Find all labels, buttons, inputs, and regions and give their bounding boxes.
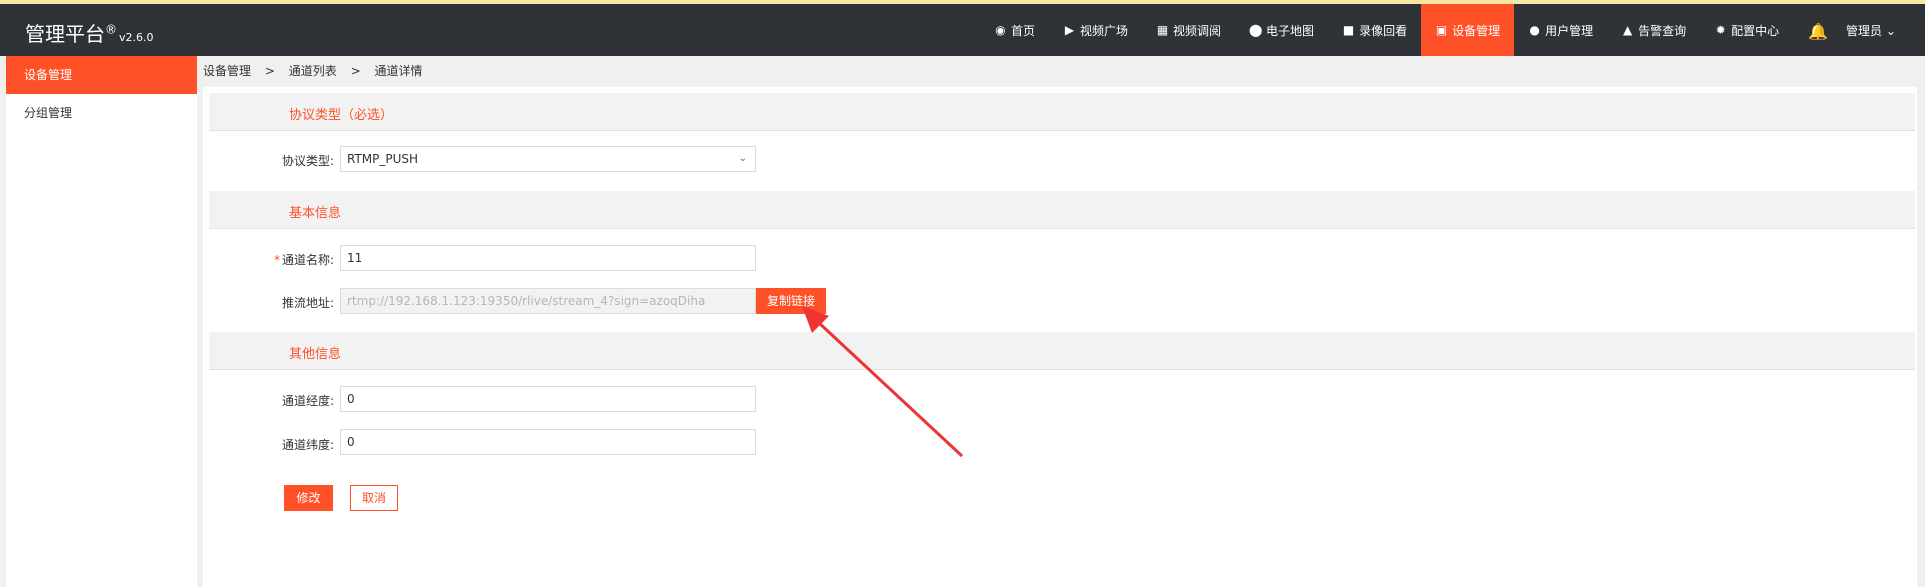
section-title: 基本信息 <box>289 206 342 221</box>
bell-icon[interactable]: 🔔 <box>1808 22 1828 41</box>
longitude-label: 通道经度: <box>281 394 334 408</box>
app-brand: 管理平台®v2.6.0 <box>25 18 154 47</box>
map-pin-icon: ⬤ <box>1249 23 1263 37</box>
protocol-type-label: 协议类型: <box>281 154 334 168</box>
video-camera-icon: ■ <box>1342 23 1355 37</box>
channel-name-label: * 通道名称: <box>209 251 334 268</box>
section-title: 其他信息 <box>289 347 342 362</box>
nav-item-gear[interactable]: ✹ 配置中心 <box>1700 4 1793 56</box>
protocol-type-value: RTMP_PUSH <box>347 152 419 166</box>
section-other-info: 其他信息 <box>209 332 1915 370</box>
channel-name-label-text: 通道名称: <box>281 253 334 267</box>
top-navigation-bar: 管理平台®v2.6.0 ◉ 首页 ▶ 视频广场 ▦ 视频调阅 ⬤ 电子地图 ■ 录像回看 ▣ 设备管理… <box>0 4 1925 56</box>
dashboard-icon: ◉ <box>995 23 1006 37</box>
section-basic-info: 基本信息 <box>209 191 1915 229</box>
nav-item-label: 首页 <box>1011 23 1036 38</box>
nav-item-video-camera[interactable]: ■ 录像回看 <box>1328 4 1421 56</box>
longitude-input[interactable]: 0 <box>340 386 756 412</box>
main-content: 协议类型（必选） 协议类型: RTMP_PUSH ⌄ 基本信息 * 通道名称: 1… <box>203 87 1917 587</box>
nav-item-label: 设备管理 <box>1452 23 1501 38</box>
nav-item-label: 配置中心 <box>1731 23 1780 38</box>
latitude-input[interactable]: 0 <box>340 429 756 455</box>
user-icon: ● <box>1529 23 1540 37</box>
app-version: v2.6.0 <box>119 31 154 44</box>
breadcrumb-current: 通道详情 <box>374 64 423 78</box>
breadcrumb: 设备管理 > 通道列表 > 通道详情 <box>203 56 1917 87</box>
protocol-type-select[interactable]: RTMP_PUSH ⌄ <box>340 146 756 172</box>
push-url-input: rtmp://192.168.1.123:19350/rlive/stream_… <box>340 288 756 314</box>
section-title: 协议类型（必选） <box>289 108 394 123</box>
play-icon: ▶ <box>1064 23 1075 37</box>
device-icon: ▣ <box>1435 23 1448 37</box>
nav-item-dashboard[interactable]: ◉ 首页 <box>980 4 1049 56</box>
nav-item-map-pin[interactable]: ⬤ 电子地图 <box>1235 4 1328 56</box>
chevron-down-icon: ⌄ <box>738 153 747 164</box>
sidebar-item-group-management[interactable]: 分组管理 <box>6 94 197 132</box>
registered-mark: ® <box>105 22 117 37</box>
latitude-label: 通道纬度: <box>281 438 334 452</box>
nav-item-play[interactable]: ▶ 视频广场 <box>1049 4 1142 56</box>
user-name: 管理员 <box>1846 24 1883 38</box>
nav-item-label: 视频广场 <box>1080 23 1129 38</box>
nav-item-label: 电子地图 <box>1266 23 1315 38</box>
nav-item-label: 告警查询 <box>1638 23 1687 38</box>
copy-link-button[interactable]: 复制链接 <box>756 288 826 314</box>
grid-icon: ▦ <box>1156 23 1169 37</box>
section-protocol-type: 协议类型（必选） <box>209 93 1915 131</box>
modify-button[interactable]: 修改 <box>284 485 333 511</box>
breadcrumb-item[interactable]: 设备管理 <box>203 64 251 78</box>
cancel-button[interactable]: 取消 <box>350 485 398 511</box>
sidebar: 设备管理 分组管理 <box>6 56 197 587</box>
main-nav: ◉ 首页 ▶ 视频广场 ▦ 视频调阅 ⬤ 电子地图 ■ 录像回看 ▣ 设备管理 ● 用户管理 ▲ 告警查询 ✹ 配… <box>980 4 1793 56</box>
nav-item-label: 用户管理 <box>1545 23 1594 38</box>
sidebar-item-device-management[interactable]: 设备管理 <box>6 56 197 94</box>
gear-icon: ✹ <box>1715 23 1726 37</box>
scroll-gutter <box>1917 56 1925 587</box>
nav-item-user[interactable]: ● 用户管理 <box>1514 4 1607 56</box>
breadcrumb-item[interactable]: 通道列表 <box>289 64 337 78</box>
alarm-icon: ▲ <box>1622 23 1633 37</box>
user-menu[interactable]: 管理员 ⌄ <box>1846 22 1896 39</box>
breadcrumb-separator: > <box>264 64 275 78</box>
nav-item-label: 录像回看 <box>1359 23 1408 38</box>
required-mark: * <box>273 253 280 267</box>
channel-name-input[interactable]: 11 <box>340 245 756 271</box>
app-title: 管理平台 <box>25 22 105 46</box>
push-url-label: 推流地址: <box>281 296 334 310</box>
nav-item-alarm[interactable]: ▲ 告警查询 <box>1607 4 1700 56</box>
nav-item-device[interactable]: ▣ 设备管理 <box>1421 4 1515 56</box>
breadcrumb-separator: > <box>350 64 361 78</box>
nav-item-grid[interactable]: ▦ 视频调阅 <box>1142 4 1235 56</box>
nav-item-label: 视频调阅 <box>1173 23 1222 38</box>
chevron-down-icon: ⌄ <box>1885 24 1896 38</box>
